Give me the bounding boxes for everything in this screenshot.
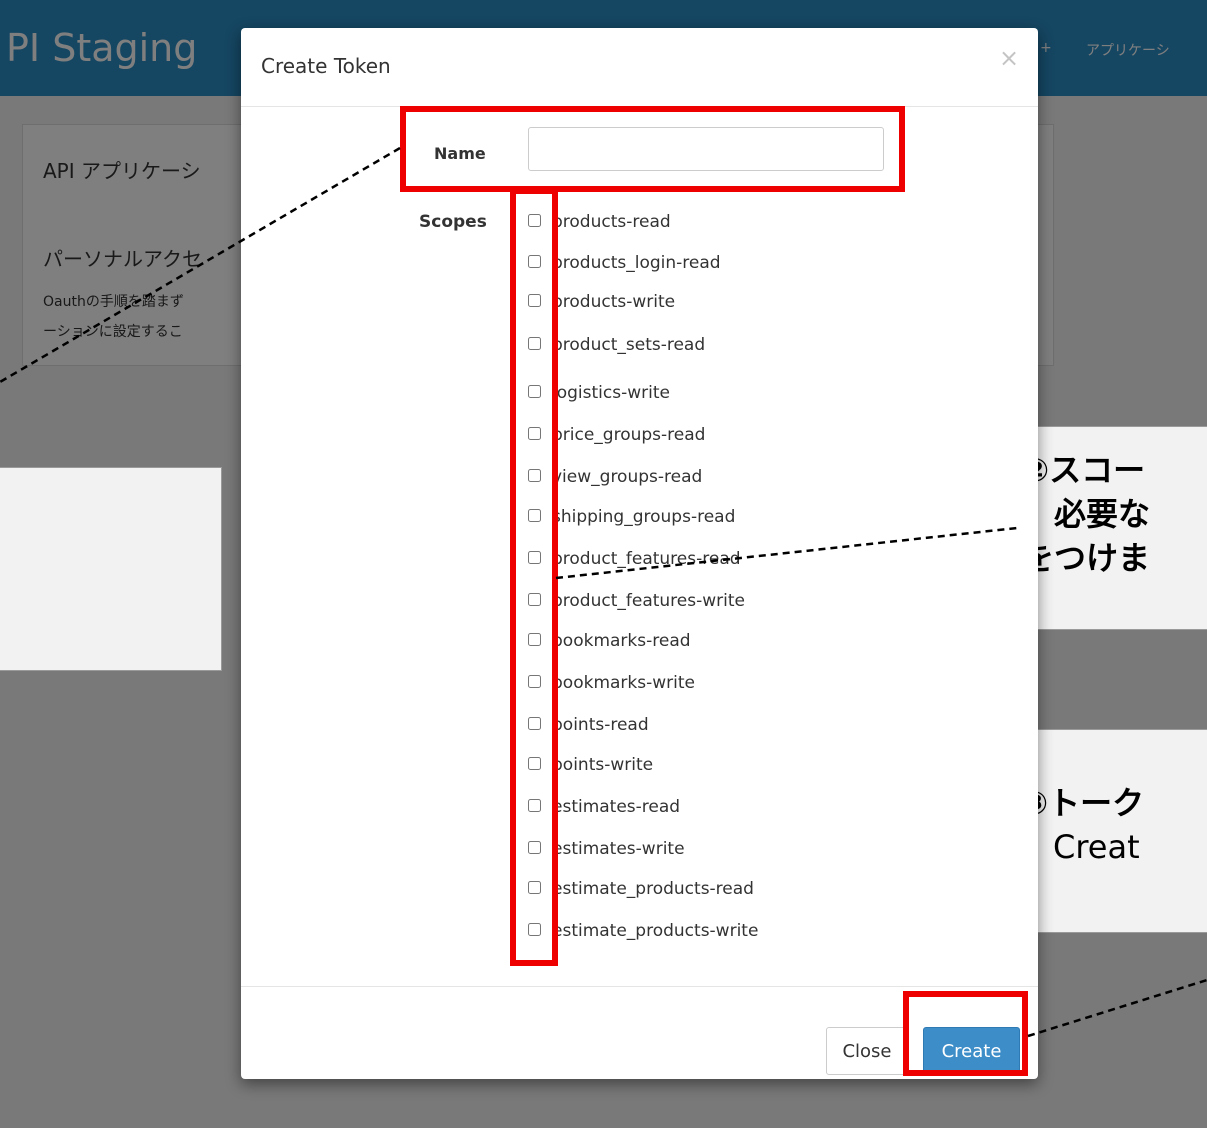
scope-label: estimate_products-write <box>552 921 759 941</box>
close-button[interactable]: Close <box>826 1027 908 1075</box>
scope-label: product_sets-read <box>552 335 706 355</box>
scope-label: points-write <box>552 755 654 775</box>
highlight-name-field <box>400 106 905 192</box>
scopes-label: Scopes <box>419 212 487 232</box>
highlight-scope-checkboxes <box>510 188 558 966</box>
scope-label: estimate_products-read <box>552 879 754 899</box>
annotation-callout-name <box>0 467 222 671</box>
scope-label: bookmarks-write <box>552 673 695 693</box>
annotation-callout-create: ③トーク Creat <box>1016 729 1207 933</box>
scope-label: products_login-read <box>552 253 721 273</box>
scope-label: shipping_groups-read <box>552 507 736 527</box>
scope-label: view_groups-read <box>552 467 703 487</box>
scope-label: product_features-read <box>552 549 741 569</box>
scope-label: points-read <box>552 715 649 735</box>
annotation-callout-scopes: ②スコー 必要な をつけま <box>1017 426 1207 630</box>
annotation-scope-line-1: ②スコー <box>1022 451 1146 489</box>
scope-label: logistics-write <box>552 383 670 403</box>
scope-label: products-read <box>552 212 671 232</box>
scope-label: product_features-write <box>552 591 745 611</box>
scope-label: bookmarks-read <box>552 631 691 651</box>
highlight-create-button <box>903 991 1028 1076</box>
annotation-create-line-1: ③トーク <box>1021 784 1145 822</box>
scope-label: estimates-write <box>552 839 685 859</box>
modal-header: Create Token × <box>241 28 1038 107</box>
close-icon[interactable]: × <box>999 46 1019 70</box>
scope-label: estimates-read <box>552 797 681 817</box>
scope-label: price_groups-read <box>552 425 706 445</box>
scope-label: products-write <box>552 292 676 312</box>
annotation-scope-line-3: をつけま <box>1022 539 1151 577</box>
annotation-scope-line-2: 必要な <box>1022 495 1151 533</box>
modal-title: Create Token <box>261 54 391 78</box>
annotation-create-line-2: Creat <box>1021 828 1140 866</box>
